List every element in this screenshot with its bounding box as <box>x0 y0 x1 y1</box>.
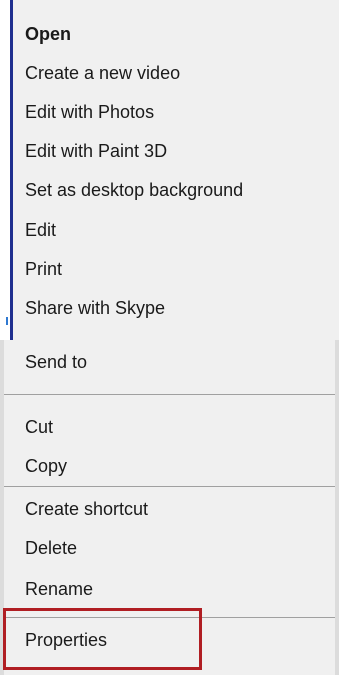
menu-item-send-to[interactable]: Send to <box>25 353 87 371</box>
menu-item-open[interactable]: Open <box>25 25 71 43</box>
properties-highlight-box <box>3 608 202 670</box>
menu-separator <box>4 394 335 395</box>
menu-item-create-new-video[interactable]: Create a new video <box>25 64 180 82</box>
menu-item-edit-with-photos[interactable]: Edit with Photos <box>25 103 154 121</box>
menu-item-cut[interactable]: Cut <box>25 418 53 436</box>
side-tick-mark <box>6 317 8 325</box>
menu-item-set-as-desktop-background[interactable]: Set as desktop background <box>25 181 243 199</box>
menu-item-print[interactable]: Print <box>25 260 62 278</box>
menu-item-create-shortcut[interactable]: Create shortcut <box>25 500 148 518</box>
menu-item-rename[interactable]: Rename <box>25 580 93 598</box>
menu-item-share-with-skype[interactable]: Share with Skype <box>25 299 165 317</box>
menu-separator <box>4 486 335 487</box>
context-menu-top-panel <box>10 0 339 340</box>
menu-item-delete[interactable]: Delete <box>25 539 77 557</box>
menu-item-copy[interactable]: Copy <box>25 457 67 475</box>
menu-item-edit[interactable]: Edit <box>25 221 56 239</box>
menu-item-edit-with-paint-3d[interactable]: Edit with Paint 3D <box>25 142 167 160</box>
